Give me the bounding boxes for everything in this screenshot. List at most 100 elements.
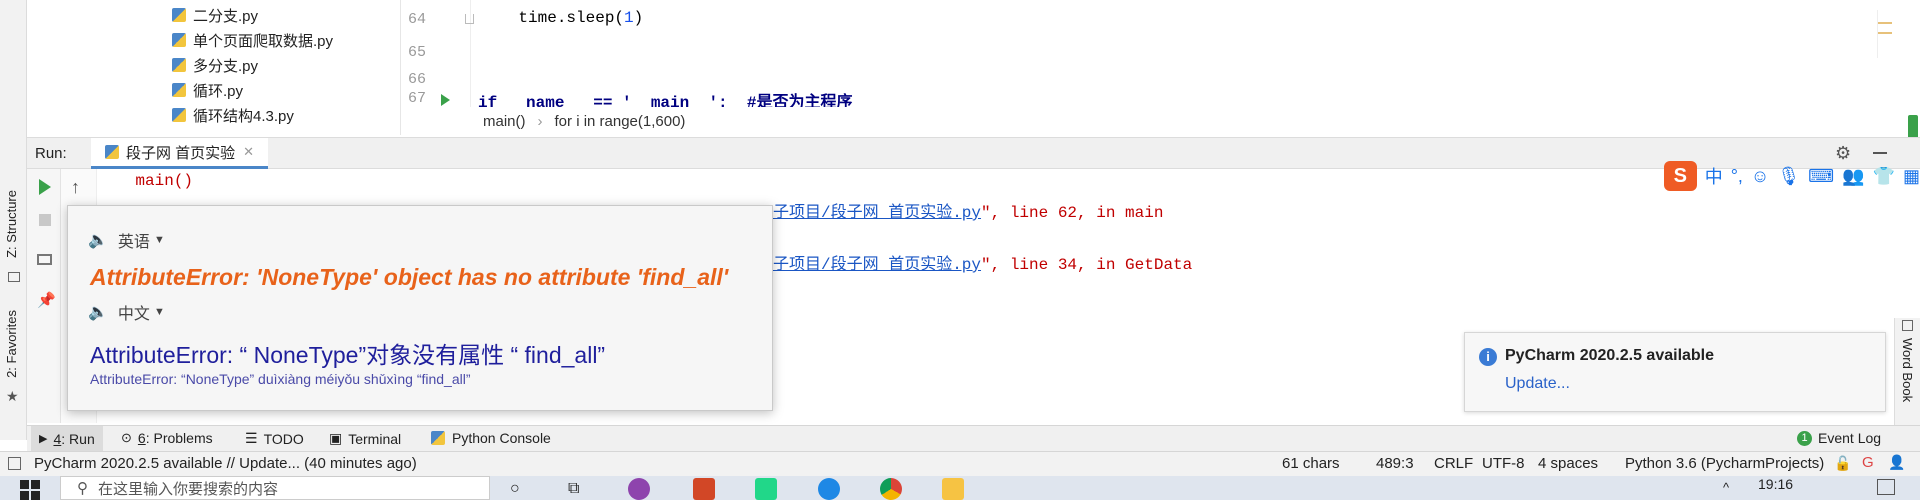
caret-down-icon[interactable]: ▼ xyxy=(154,306,165,318)
arrow-up-icon[interactable]: ↑ xyxy=(71,177,80,198)
tab-python-console[interactable]: Python Console xyxy=(431,430,551,446)
error-chinese: AttributeError: “ NoneType”对象没有属性 “ find… xyxy=(90,342,606,368)
line-number: 67 xyxy=(408,90,427,107)
user-icon[interactable]: 👥 xyxy=(1842,166,1864,187)
right-tool-strip: Word Book xyxy=(1894,318,1920,425)
sogou-logo-icon[interactable]: S xyxy=(1664,161,1697,191)
code-line-main-guard: if __name__ == '__main__': #是否为主程序 xyxy=(478,88,1814,112)
fold-marker-icon[interactable] xyxy=(465,14,474,24)
char-count: 61 chars xyxy=(1282,455,1340,472)
mic-icon[interactable]: 🎙 xyxy=(1777,166,1800,187)
python-file-icon xyxy=(172,33,186,47)
traceback-link[interactable]: 子项目/段子网 首页实验.py xyxy=(773,256,981,274)
cortana-icon[interactable]: ○ xyxy=(510,480,520,498)
editor-scroll-marker xyxy=(1877,10,1892,58)
breadcrumb: main() › for i in range(1,600) xyxy=(471,107,1891,135)
python-file-icon xyxy=(172,58,186,72)
event-count-icon: 1 xyxy=(1797,430,1812,446)
folder-icon[interactable] xyxy=(942,478,964,500)
update-notification: i PyCharm 2020.2.5 available Update... xyxy=(1464,332,1886,412)
event-log-button[interactable]: 1 Event Log xyxy=(1797,430,1881,446)
google-icon[interactable]: G xyxy=(1862,454,1874,471)
grid-icon[interactable]: ▦ xyxy=(1903,166,1920,187)
run-toolbar: Run: 段子网 首页实验 ✕ ⚙ xyxy=(27,137,1920,169)
notification-center-icon[interactable] xyxy=(1877,479,1895,495)
rerun-icon[interactable] xyxy=(39,179,51,195)
tray-chevron-icon[interactable]: ^ xyxy=(1723,480,1729,495)
app-icon[interactable] xyxy=(628,478,650,500)
user-icon[interactable]: 👤 xyxy=(1888,454,1905,471)
python-icon xyxy=(431,431,445,445)
pin-icon[interactable]: 📌 xyxy=(37,291,56,309)
status-message[interactable]: PyCharm 2020.2.5 available // Update... … xyxy=(34,455,417,472)
file-item[interactable]: 单个页面爬取数据.py xyxy=(172,28,333,52)
interpreter-selector[interactable]: Python 3.6 (PycharmProjects) xyxy=(1625,455,1824,472)
code-line: time.sleep(1) xyxy=(480,9,644,27)
indent-setting[interactable]: 4 spaces xyxy=(1538,455,1598,472)
stop-icon[interactable] xyxy=(39,214,51,226)
favorites-tool-tab[interactable]: 2: Favorites xyxy=(4,310,19,378)
warning-circle-icon: ⊙ xyxy=(121,430,132,445)
traceback-link[interactable]: 子项目/段子网 首页实验.py xyxy=(773,204,981,222)
caret-down-icon[interactable]: ▼ xyxy=(154,234,165,246)
keyboard-icon[interactable]: ⌨ xyxy=(1808,166,1834,187)
speaker-icon[interactable]: 🔈 xyxy=(88,302,108,322)
error-english: AttributeError: 'NoneType' object has no… xyxy=(90,264,729,290)
line-number: 65 xyxy=(408,44,427,61)
close-icon[interactable]: ✕ xyxy=(243,144,254,160)
tab-todo[interactable]: ☰ TODO xyxy=(245,430,304,447)
file-item[interactable]: 循环结构4.3.py xyxy=(172,103,294,127)
run-gutter-icon[interactable] xyxy=(441,94,450,106)
search-icon: ⚲ xyxy=(77,480,88,497)
layout-icon[interactable] xyxy=(37,254,52,265)
punctuation-icon[interactable]: °, xyxy=(1731,166,1743,187)
console-line: 子项目/段子网 首页实验.py", line 34, in GetData xyxy=(773,256,1193,274)
run-tab[interactable]: 段子网 首页实验 ✕ xyxy=(91,138,269,169)
structure-icon xyxy=(8,272,20,282)
minimize-icon[interactable] xyxy=(1873,152,1887,154)
line-separator[interactable]: CRLF xyxy=(1434,455,1473,472)
ime-mode[interactable]: 中 xyxy=(1705,163,1723,189)
console-line: 子项目/段子网 首页实验.py", line 62, in main xyxy=(773,204,1164,222)
list-icon: ☰ xyxy=(245,430,258,446)
breadcrumb-item[interactable]: for i in range(1,600) xyxy=(555,113,686,130)
python-file-icon xyxy=(172,108,186,122)
skin-icon[interactable]: 👕 xyxy=(1873,166,1895,187)
python-file-icon xyxy=(172,83,186,97)
chevron-right-icon: › xyxy=(537,112,543,130)
structure-tool-tab[interactable]: Z: Structure xyxy=(4,190,19,258)
line-number: 64 xyxy=(408,11,427,28)
file-item[interactable]: 循环.py xyxy=(172,78,243,102)
clock-time[interactable]: 19:16 xyxy=(1758,476,1793,492)
file-item[interactable]: 多分支.py xyxy=(172,53,258,77)
emoji-icon[interactable]: ☺ xyxy=(1751,166,1769,187)
window-icon[interactable] xyxy=(8,457,21,470)
file-encoding[interactable]: UTF-8 xyxy=(1482,455,1525,472)
speaker-icon[interactable]: 🔈 xyxy=(88,230,108,250)
cursor-position[interactable]: 489:3 xyxy=(1376,455,1414,472)
breadcrumb-item[interactable]: main() xyxy=(483,113,526,130)
chrome-icon[interactable] xyxy=(880,478,902,500)
lang-en-row: 🔈 英语 ▼ xyxy=(88,230,165,251)
update-link[interactable]: Update... xyxy=(1505,375,1570,393)
word-book-tab[interactable]: Word Book xyxy=(1900,338,1915,402)
play-icon: ▶ xyxy=(39,433,48,445)
tab-run[interactable]: ▶ 4: Run xyxy=(31,426,103,451)
python-file-icon xyxy=(172,8,186,22)
console-line: main() xyxy=(97,172,194,190)
powerpoint-icon[interactable] xyxy=(693,478,715,500)
file-item[interactable]: 二分支.py xyxy=(172,3,258,27)
tab-problems[interactable]: ⊙ 6: Problems xyxy=(121,430,213,446)
lock-icon[interactable]: 🔓 xyxy=(1834,455,1851,472)
terminal-icon: ▣ xyxy=(329,430,343,446)
windows-start-icon[interactable] xyxy=(20,480,40,500)
info-icon: i xyxy=(1479,348,1497,366)
task-view-icon[interactable]: ⧉ xyxy=(568,480,579,498)
browser-icon[interactable] xyxy=(818,478,840,500)
tab-terminal[interactable]: ▣ Terminal xyxy=(329,430,401,447)
taskbar-search-box[interactable]: ⚲ 在这里输入你要搜索的内容 xyxy=(60,476,490,500)
run-side-toolbar: 📌 xyxy=(27,169,61,423)
pycharm-icon[interactable] xyxy=(755,478,777,500)
project-tree: 二分支.py 单个页面爬取数据.py 多分支.py 循环.py 循环结构4.3.… xyxy=(27,0,401,135)
ime-toolbar: S 中 °, ☺ 🎙 ⌨ 👥 👕 ▦ xyxy=(1664,161,1920,191)
